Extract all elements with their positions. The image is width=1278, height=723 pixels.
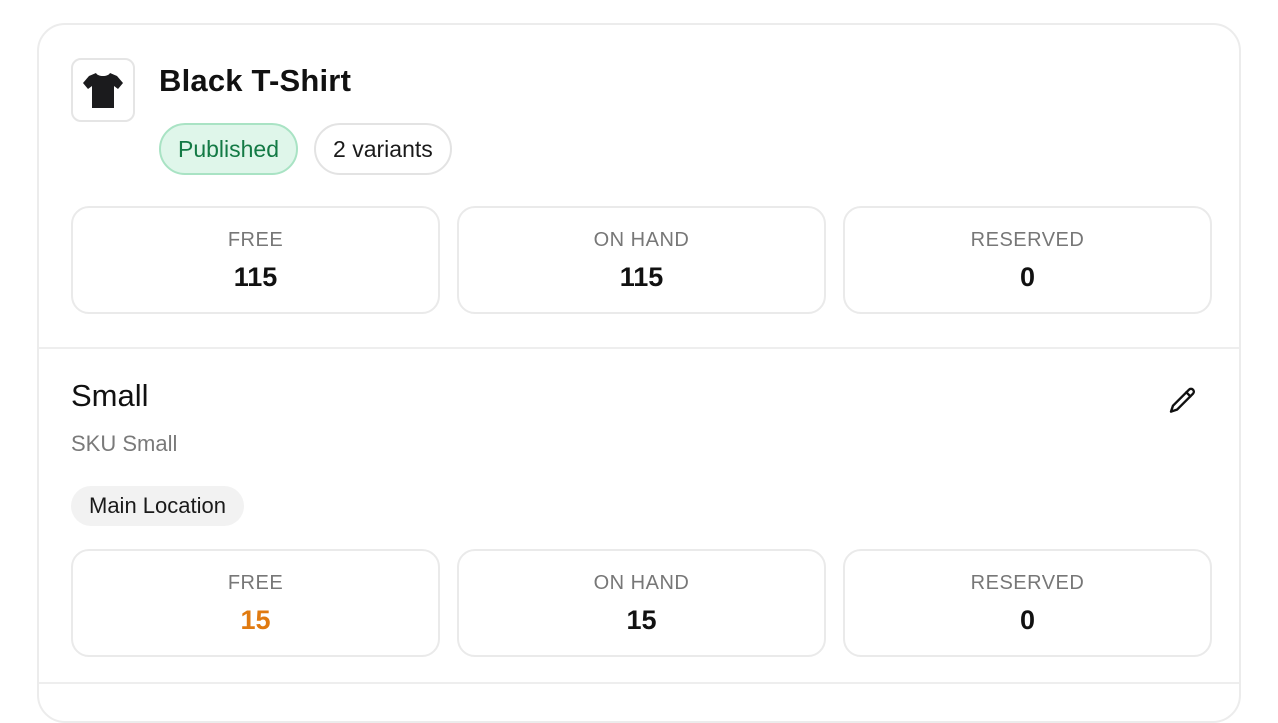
tshirt-icon <box>83 73 123 108</box>
product-on-hand-stat: ON HAND 115 <box>457 206 826 314</box>
stat-label: ON HAND <box>593 229 690 251</box>
product-reserved-stat: RESERVED 0 <box>843 206 1212 314</box>
pencil-icon <box>1169 387 1196 413</box>
product-card: Black T-Shirt Published 2 variants FREE … <box>37 23 1241 723</box>
variant-on-hand-stat: ON HAND 15 <box>457 549 826 657</box>
product-thumbnail[interactable] <box>71 58 135 122</box>
product-stock-stats: FREE 115 ON HAND 115 RESERVED 0 <box>71 206 1212 314</box>
stat-label: RESERVED <box>970 572 1085 594</box>
stat-value-low-stock: 15 <box>240 605 271 635</box>
product-free-stat: FREE 115 <box>71 206 440 314</box>
variants-count-badge: 2 variants <box>314 123 452 175</box>
product-title: Black T-Shirt <box>159 63 352 98</box>
section-divider <box>39 347 1239 349</box>
section-divider <box>39 682 1239 684</box>
stat-label: FREE <box>227 229 284 251</box>
stat-label: ON HAND <box>593 572 690 594</box>
stat-value: 0 <box>1019 262 1036 292</box>
stat-value: 0 <box>1019 605 1036 635</box>
status-badge: Published <box>159 123 299 175</box>
edit-variant-button[interactable] <box>1163 381 1203 421</box>
stat-label: RESERVED <box>970 229 1085 251</box>
location-chip[interactable]: Main Location <box>71 486 244 526</box>
stat-value: 115 <box>233 262 278 292</box>
variant-reserved-stat: RESERVED 0 <box>843 549 1212 657</box>
variant-free-stat: FREE 15 <box>71 549 440 657</box>
variant-sku: SKU Small <box>71 431 178 456</box>
stat-value: 15 <box>626 605 657 635</box>
product-badges: Published 2 variants <box>159 123 452 175</box>
stat-label: FREE <box>227 572 284 594</box>
variant-stock-stats: FREE 15 ON HAND 15 RESERVED 0 <box>71 549 1212 657</box>
variant-name: Small <box>71 378 149 413</box>
stat-value: 115 <box>619 262 664 292</box>
